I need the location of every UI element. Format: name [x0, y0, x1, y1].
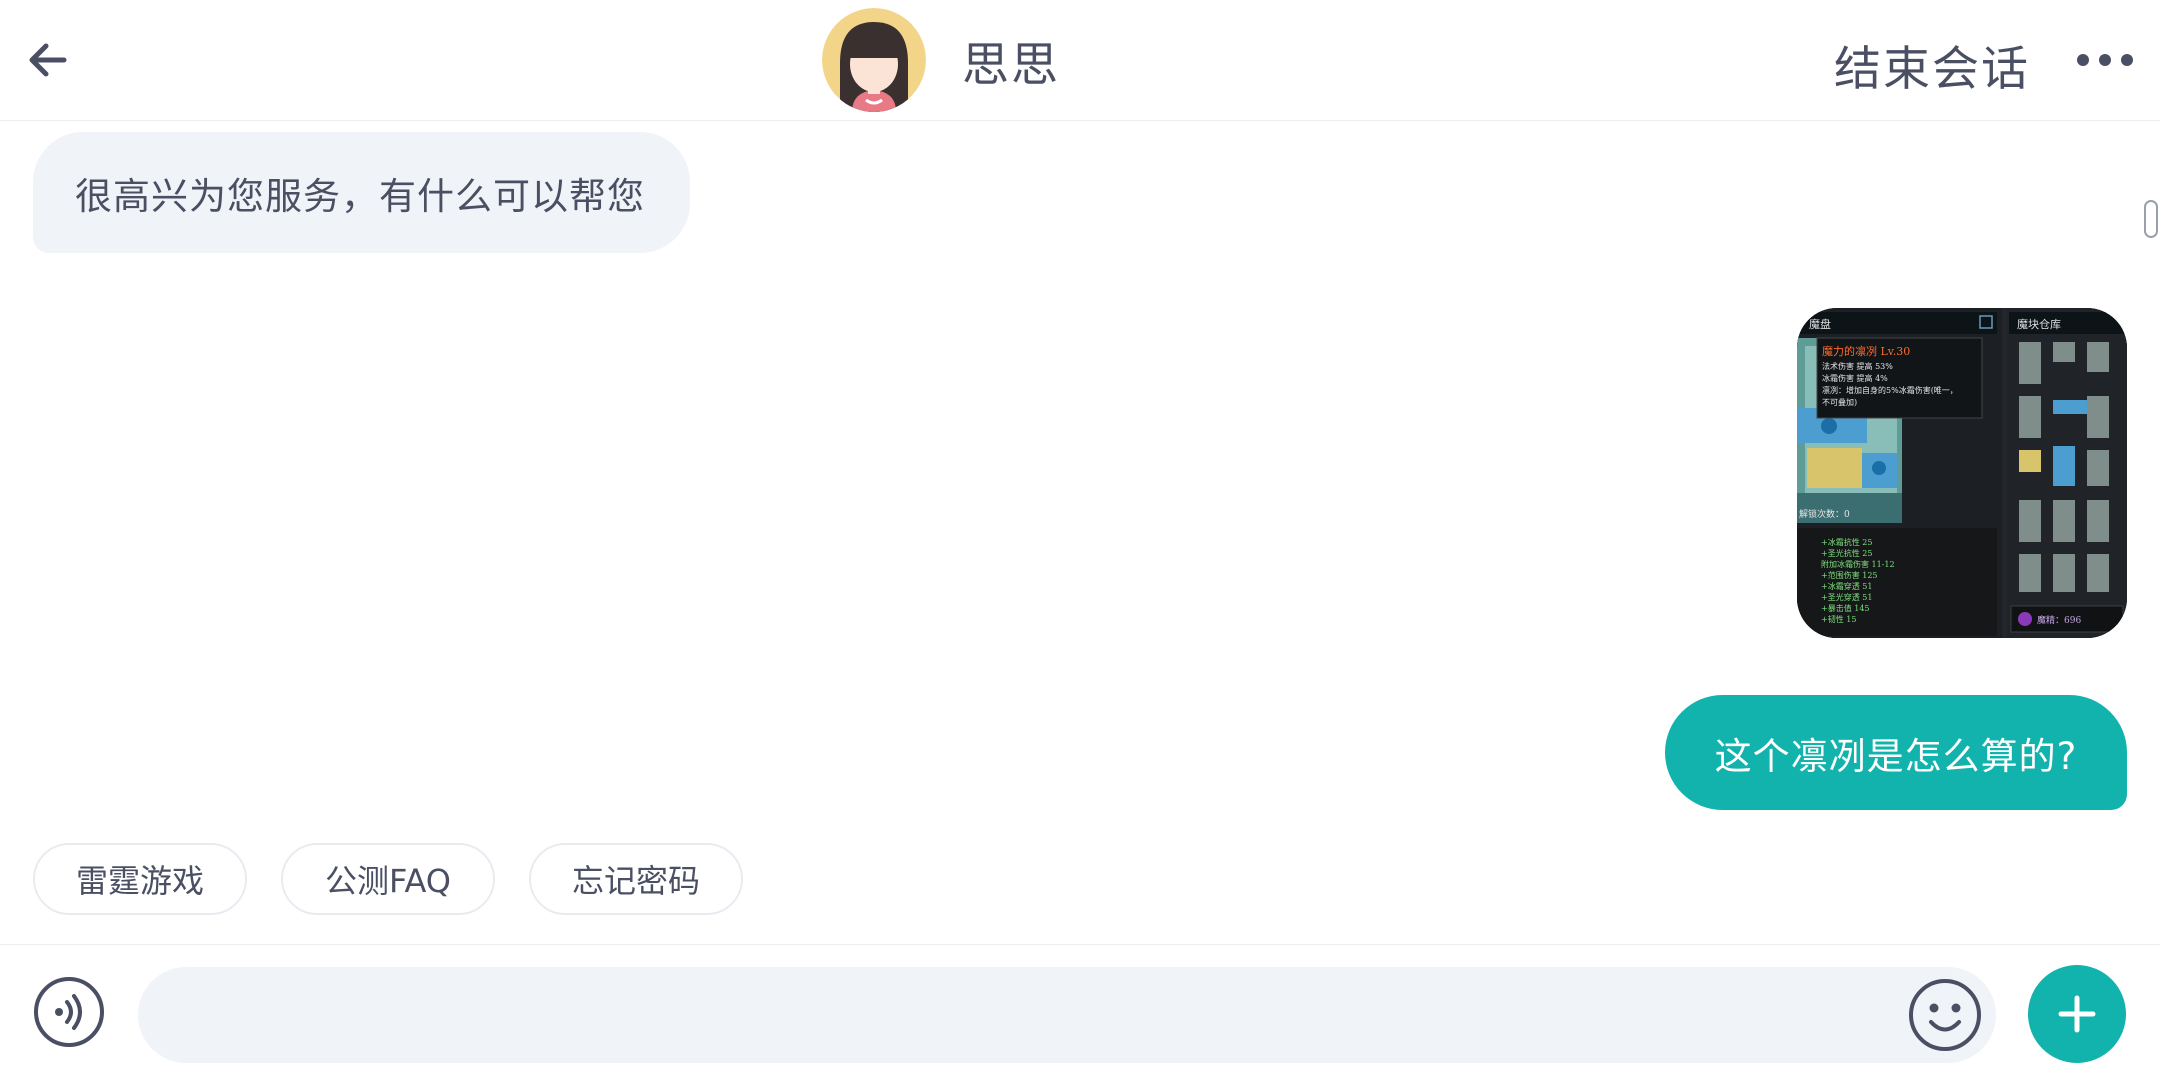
incoming-message: 很高兴为您服务，有什么可以帮您: [33, 132, 690, 253]
stat-line-7: +暴击值 145: [1821, 603, 1870, 613]
currency-label: 魔精：696: [2037, 614, 2081, 626]
stat-line-8: +韧性 15: [1821, 614, 1856, 624]
tooltip-title: 魔力的凛冽 Lv.30: [1822, 344, 1910, 358]
back-button[interactable]: [18, 30, 78, 90]
stat-line-3: 附加冰霜伤害 11-12: [1821, 559, 1895, 569]
stat-line-4: +范围伤害 125: [1821, 570, 1878, 580]
more-button[interactable]: [2070, 40, 2140, 80]
quick-reply-chip[interactable]: 公测FAQ: [281, 843, 495, 915]
tooltip-line-4: 不可叠加): [1822, 397, 1857, 407]
stat-line-6: +圣光穿透 51: [1821, 592, 1872, 602]
tooltip-line-2: 冰霜伤害 提高 4%: [1822, 373, 1888, 383]
stat-line-1: +冰霜抗性 25: [1821, 537, 1872, 547]
emoji-button[interactable]: [1907, 977, 1983, 1053]
agent-name: 思思: [962, 37, 1060, 93]
message-input[interactable]: [138, 967, 1996, 1063]
chat-messages[interactable]: 很高兴为您服务，有什么可以帮您 魔盘 解锁次数：0 魔力的凛冽 Lv.30 法术…: [0, 122, 2160, 944]
input-bar: [0, 944, 2160, 1080]
plus-icon: [2058, 995, 2096, 1033]
outgoing-message: 这个凛冽是怎么算的?: [1665, 695, 2127, 810]
chat-header: 思思 结束会话: [0, 0, 2160, 121]
tooltip-line-3: 凛冽：增加自身的5%冰霜伤害(唯一，: [1822, 385, 1958, 395]
left-panel-title: 魔盘: [1809, 317, 1831, 331]
more-horizontal-icon: [2077, 54, 2133, 66]
stat-line-2: +圣光抗性 25: [1821, 548, 1872, 558]
unlock-count: 解锁次数：0: [1799, 508, 1850, 520]
arrow-left-icon: [29, 43, 67, 77]
game-screenshot: 魔盘 解锁次数：0 魔力的凛冽 Lv.30 法术伤害 提高 53% 冰霜伤害 提…: [1797, 308, 2127, 638]
right-panel-title: 魔块仓库: [2017, 317, 2061, 331]
voice-button[interactable]: [33, 976, 105, 1048]
quick-reply-chip[interactable]: 雷霆游戏: [33, 843, 247, 915]
plus-button[interactable]: [2028, 965, 2126, 1063]
agent-info: 思思: [822, 8, 1060, 112]
image-message[interactable]: 魔盘 解锁次数：0 魔力的凛冽 Lv.30 法术伤害 提高 53% 冰霜伤害 提…: [1797, 308, 2127, 638]
voice-icon: [34, 977, 104, 1047]
tooltip-line-1: 法术伤害 提高 53%: [1822, 361, 1893, 371]
agent-avatar: [822, 8, 926, 112]
end-session-button[interactable]: 结束会话: [1834, 30, 2030, 99]
emoji-icon: [1909, 979, 1981, 1051]
quick-reply-chip[interactable]: 忘记密码: [529, 843, 743, 915]
quick-replies: 雷霆游戏 公测FAQ 忘记密码: [33, 843, 743, 915]
stat-line-5: +冰霜穿透 51: [1821, 581, 1872, 591]
scrollbar[interactable]: [2144, 200, 2158, 238]
